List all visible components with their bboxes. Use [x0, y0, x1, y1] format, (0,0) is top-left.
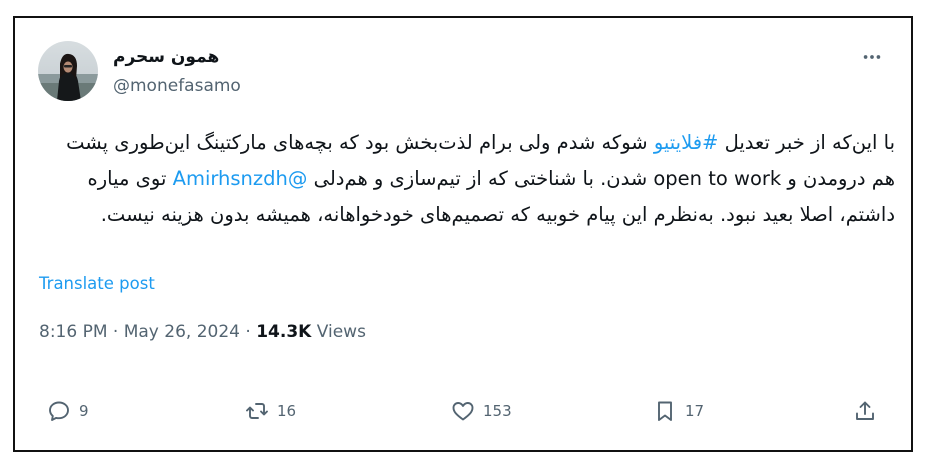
reply-bubble-icon [49, 401, 69, 421]
more-button[interactable] [855, 40, 889, 74]
avatar-photo [38, 41, 98, 101]
views-count: 14.3K [256, 322, 312, 342]
bookmark-button[interactable]: 17 [653, 396, 704, 426]
like-button[interactable]: 153 [451, 396, 512, 426]
views-label: Views [316, 322, 366, 342]
more-horizontal-icon [863, 55, 881, 59]
like-count: 153 [483, 402, 512, 420]
display-name[interactable]: همون سحرم [113, 47, 219, 67]
reply-button[interactable]: 9 [47, 396, 89, 426]
user-handle[interactable]: @monefasamo [113, 76, 241, 96]
translate-post-link[interactable]: Translate post [39, 274, 155, 293]
meta-separator: · [112, 322, 119, 342]
tweet-card: همون سحرم @monefasamo با این‌که از خبر ت… [13, 16, 913, 452]
avatar[interactable] [38, 41, 98, 101]
share-upload-icon [856, 401, 874, 420]
post-date[interactable]: May 26, 2024 [124, 322, 240, 342]
tweet-text: با این‌که از خبر تعدیل #فلایتیو شوکه شدم… [55, 125, 895, 233]
heart-icon [452, 402, 474, 421]
repost-button[interactable]: 16 [245, 396, 296, 426]
hashtag-link[interactable]: #فلایتیو [654, 131, 719, 154]
bookmark-icon [658, 401, 672, 421]
meta-separator: · [245, 322, 251, 342]
bookmark-count: 17 [685, 402, 705, 420]
mention-link[interactable]: @Amirhsnzdh [173, 167, 308, 190]
repost-icon [246, 403, 268, 419]
post-time[interactable]: 8:16 PM [39, 322, 108, 342]
share-button[interactable] [853, 396, 877, 426]
repost-count: 16 [277, 402, 297, 420]
tweet-meta: 8:16 PM · May 26, 2024 · 14.3K Views [39, 322, 366, 342]
reply-count: 9 [79, 402, 89, 420]
tweet-text-segment: با این‌که از خبر تعدیل [718, 131, 895, 154]
